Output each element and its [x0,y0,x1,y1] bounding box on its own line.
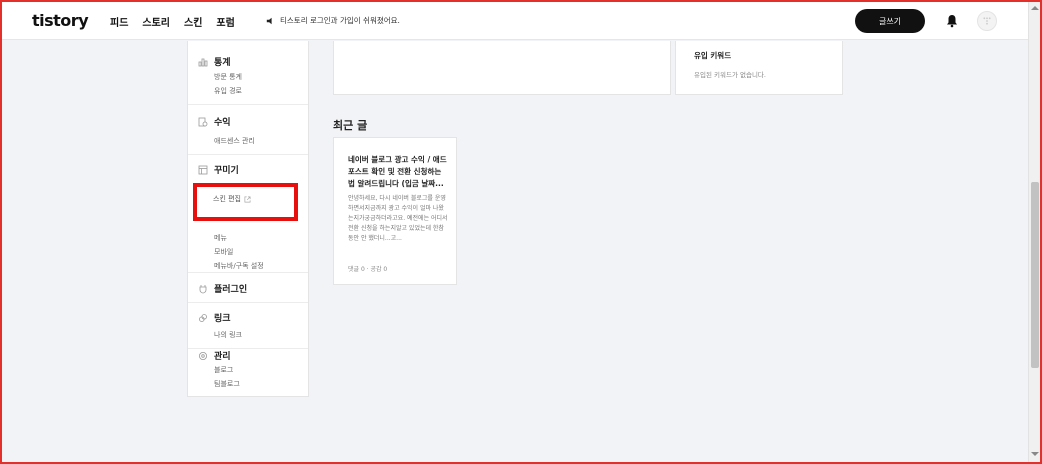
sidebar-link-title: 링크 [214,314,231,324]
post-meta: 댓글 0 · 공감 0 [348,266,388,273]
nav-forum[interactable]: 포럼 [216,14,234,29]
notice-text: 티스토리 로그인과 가입이 쉬워졌어요. [280,16,400,25]
sidebar-item-team-blog[interactable]: 팀블로그 [214,379,240,389]
sidebar-manage-title: 관리 [214,352,231,362]
skin-edit-label: 스킨 편집 [213,195,241,203]
keyword-card: 유입 키워드 유입된 키워드가 없습니다. [675,41,843,95]
sidebar-item-skin-edit[interactable]: 스킨 편집 [213,194,251,204]
scroll-down-arrow-icon[interactable] [1031,452,1039,456]
tistory-logo[interactable]: tistory [32,11,89,30]
tistory-symbol-icon [983,17,991,25]
sidebar-section-revenue: 수익 애드센스 관리 [188,105,308,155]
write-post-button[interactable]: 글쓰기 [855,9,925,33]
sidebar-section-plugin[interactable]: 플러그인 [188,273,308,303]
scroll-thumb[interactable] [1031,182,1039,368]
sidebar-section-link: 링크 나의 링크 [188,303,308,349]
keyword-title: 유입 키워드 [694,51,732,60]
link-icon [199,313,207,322]
sidebar-revenue-title: 수익 [214,118,231,128]
post-excerpt: 안녕하세요, 다시 네이버 블로그를 운영하면서지금까지 광고 수익이 얼마 나… [348,195,448,242]
sidebar-section-manage: 관리 블로그 팀블로그 [188,349,308,397]
sidebar-section-stats: 통계 방문 통계 유입 경로 [188,41,308,105]
sidebar-decorate-title: 꾸미기 [214,166,239,176]
sidebar-plugin-title: 플러그인 [214,285,248,295]
notification-bell-icon[interactable] [946,14,958,28]
sidebar-item-menu[interactable]: 메뉴 [214,233,227,243]
sidebar-section-decorate: 꾸미기 메뉴 모바일 메뉴바/구독 설정 [188,155,308,273]
keyword-empty-text: 유입된 키워드가 없습니다. [694,71,766,79]
vertical-scrollbar[interactable] [1028,2,1040,462]
recent-posts-title: 최근 글 [333,119,368,132]
sidebar-plugin-header[interactable]: 플러그인 [198,282,247,295]
sidebar-item-adsense[interactable]: 애드센스 관리 [214,136,255,146]
recent-post-card[interactable]: 네이버 블로그 광고 수익 / 애드포스트 확인 및 전환 신청하는 법 알려드… [333,137,457,285]
nav-skin[interactable]: 스킨 [184,14,202,29]
sidebar-item-visit-stats[interactable]: 방문 통계 [214,72,242,82]
bar-chart-icon [198,58,208,66]
post-title[interactable]: 네이버 블로그 광고 수익 / 애드포스트 확인 및 전환 신청하는 법 알려드… [348,154,448,190]
main-nav: 피드 스토리 스킨 포럼 [110,14,235,29]
admin-sidebar: 통계 방문 통계 유입 경로 수익 애드센스 관리 꾸미기 메뉴 모바일 메뉴바… [187,41,309,397]
sidebar-stats-header[interactable]: 통계 [198,55,231,68]
sidebar-decorate-header[interactable]: 꾸미기 [198,163,239,176]
scroll-up-arrow-icon[interactable] [1031,6,1039,10]
stats-card [333,41,671,95]
notice-banner[interactable]: 티스토리 로그인과 가입이 쉬워졌어요. [266,15,400,26]
sidebar-item-blog[interactable]: 블로그 [214,365,233,375]
sidebar-item-mobile[interactable]: 모바일 [214,247,233,257]
plugin-icon [199,284,207,293]
profile-avatar[interactable] [977,11,997,31]
external-link-icon [244,196,251,202]
layout-icon [198,165,208,174]
nav-feed[interactable]: 피드 [110,14,128,29]
sidebar-item-menubar-subscribe[interactable]: 메뉴바/구독 설정 [214,261,264,271]
gear-icon [199,351,207,360]
sidebar-item-referrer[interactable]: 유입 경로 [214,86,242,96]
sidebar-link-header[interactable]: 링크 [198,311,231,324]
sidebar-manage-header[interactable]: 관리 [198,349,231,362]
revenue-icon [198,117,208,126]
top-header: tistory 피드 스토리 스킨 포럼 티스토리 로그인과 가입이 쉬워졌어요… [2,2,1028,40]
sidebar-item-my-link[interactable]: 나의 링크 [214,330,242,340]
speaker-icon [266,17,272,24]
sidebar-stats-title: 통계 [214,58,231,68]
nav-story[interactable]: 스토리 [142,14,170,29]
sidebar-revenue-header[interactable]: 수익 [198,115,231,128]
